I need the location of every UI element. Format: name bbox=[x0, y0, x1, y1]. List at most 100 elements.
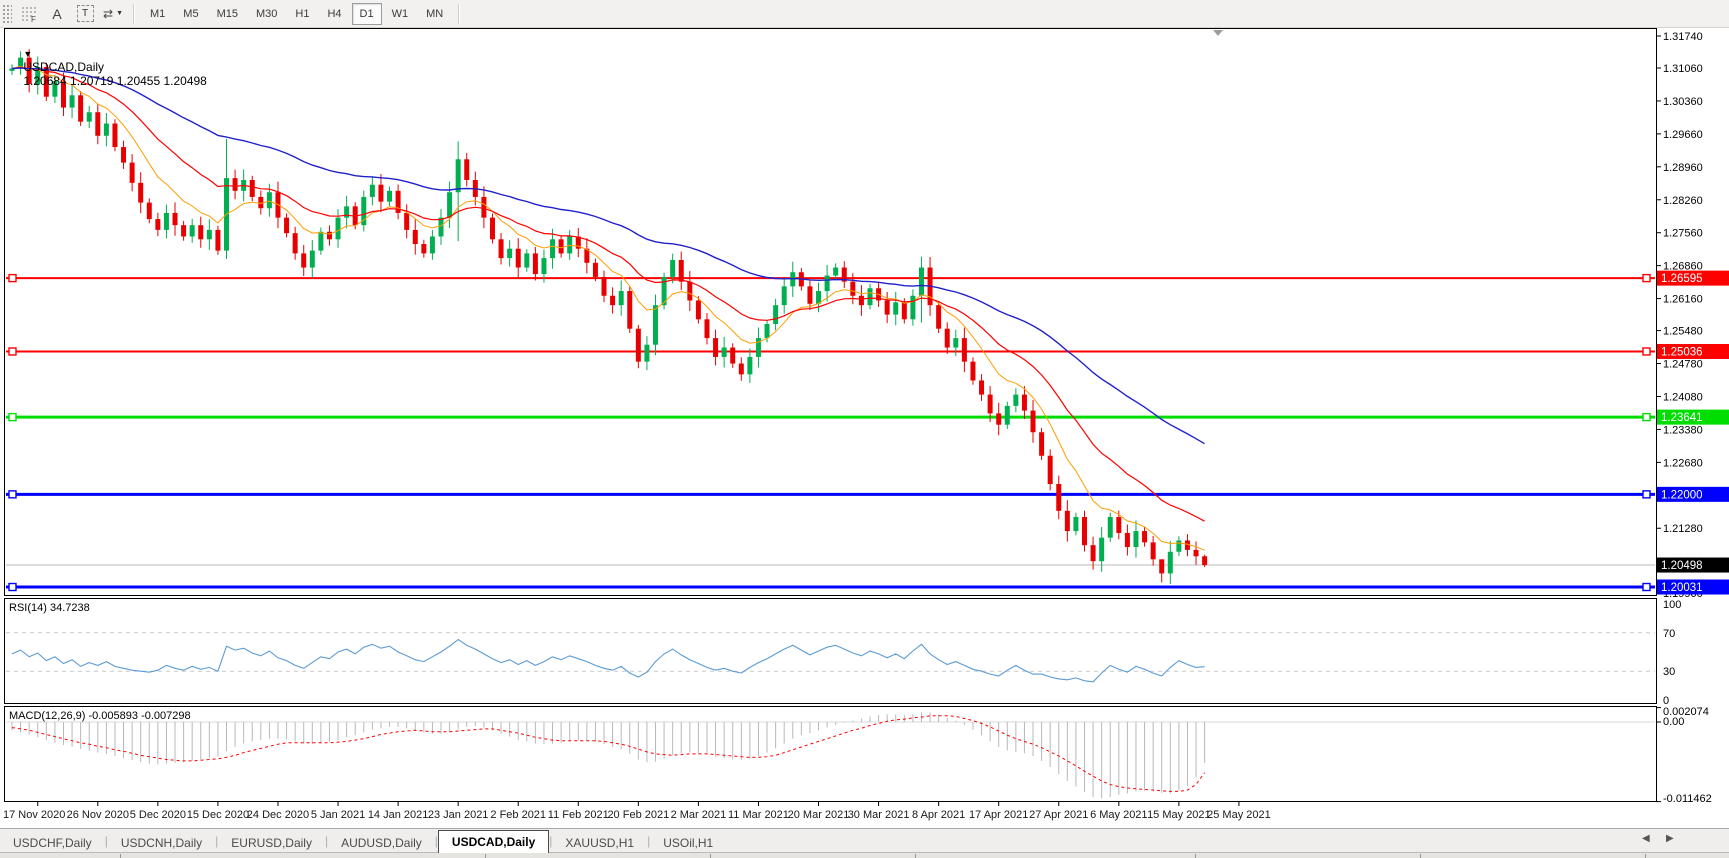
line-anchor-handle bbox=[9, 491, 16, 498]
candle-body bbox=[1048, 456, 1053, 484]
y-axis-tick-label: 1.21280 bbox=[1663, 523, 1703, 535]
candle-body bbox=[155, 219, 160, 230]
candle-body bbox=[996, 413, 1001, 424]
chart-tab-usoil[interactable]: USOil,H1 bbox=[650, 832, 726, 853]
date-label: 15 Dec 2020 bbox=[187, 809, 249, 821]
y-axis-tick-label: 1.26160 bbox=[1663, 294, 1703, 306]
macd-axis-label: -0.011462 bbox=[1663, 793, 1712, 805]
main-panel-frame bbox=[5, 29, 1657, 596]
candle-body bbox=[1116, 517, 1121, 533]
chart-tab-xauusd[interactable]: XAUUSD,H1 bbox=[552, 832, 647, 853]
candle-body bbox=[1091, 545, 1096, 561]
candle-body bbox=[868, 288, 873, 305]
candle-body bbox=[1082, 517, 1087, 545]
candle-body bbox=[988, 395, 993, 414]
date-label: 2 Mar 2021 bbox=[671, 809, 727, 821]
date-label: 17 Nov 2020 bbox=[3, 809, 65, 821]
rsi-level-label: 100 bbox=[1663, 599, 1681, 611]
candle-body bbox=[773, 305, 778, 324]
y-axis-tick-label: 1.31740 bbox=[1663, 31, 1703, 43]
candle-body bbox=[181, 225, 186, 236]
candle-body bbox=[910, 296, 915, 320]
chart-tab-eurusd[interactable]: EURUSD,Daily bbox=[218, 832, 325, 853]
candle-body bbox=[413, 230, 418, 244]
line-anchor-handle bbox=[9, 414, 16, 421]
macd-indicator-label: MACD(12,26,9) -0.005893 -0.007298 bbox=[9, 710, 191, 722]
candle-body bbox=[318, 232, 323, 251]
candle-body bbox=[198, 225, 203, 239]
candle-body bbox=[893, 302, 898, 314]
chart-tab-usdcnh[interactable]: USDCNH,Daily bbox=[108, 832, 215, 853]
candle-body bbox=[121, 147, 126, 163]
mt4-terminal: { "toolbar": { "icons": [ {"name": "char… bbox=[0, 0, 1729, 858]
date-label: 23 Jan 2021 bbox=[428, 809, 489, 821]
candle-body bbox=[507, 249, 512, 258]
candle-body bbox=[164, 213, 169, 230]
collapse-triangle-icon[interactable]: ▼ bbox=[23, 49, 32, 59]
candle-body bbox=[130, 163, 135, 183]
date-label: 25 May 2021 bbox=[1207, 809, 1271, 821]
date-label: 14 Jan 2021 bbox=[368, 809, 429, 821]
line-anchor-handle bbox=[9, 348, 16, 355]
line-anchor-handle bbox=[1643, 348, 1650, 355]
y-axis-tick-label: 1.29660 bbox=[1663, 129, 1703, 141]
candle-body bbox=[1073, 517, 1078, 531]
price-axis-label: 1.20498 bbox=[1661, 560, 1703, 572]
date-label: 27 Apr 2021 bbox=[1029, 809, 1088, 821]
candle-body bbox=[104, 124, 109, 136]
candle-body bbox=[610, 296, 615, 305]
candle-body bbox=[284, 218, 289, 234]
status-bar-divider bbox=[1195, 854, 1196, 858]
date-label: 15 May 2021 bbox=[1147, 809, 1211, 821]
candle-body bbox=[1151, 542, 1156, 559]
candle-body bbox=[516, 249, 521, 268]
price-chart-canvas: 1.317401.310601.303601.296601.289601.282… bbox=[0, 0, 1729, 858]
price-axis-label: 1.26595 bbox=[1661, 273, 1703, 285]
candle-body bbox=[550, 239, 555, 258]
y-axis-tick-label: 1.22680 bbox=[1663, 457, 1703, 469]
candle-body bbox=[859, 296, 864, 305]
date-label: 5 Dec 2020 bbox=[130, 809, 186, 821]
candle-body bbox=[207, 230, 212, 239]
candle-body bbox=[481, 197, 486, 218]
candle-body bbox=[1142, 531, 1147, 542]
candle-body bbox=[1031, 411, 1036, 433]
tab-scroll-left-icon[interactable]: ◀ bbox=[1642, 833, 1650, 844]
candle-body bbox=[704, 319, 709, 338]
candle-body bbox=[687, 282, 692, 301]
candle-body bbox=[370, 185, 375, 197]
y-axis-tick-label: 1.24080 bbox=[1663, 391, 1703, 403]
chart-tab-usdcad[interactable]: USDCAD,Daily bbox=[438, 830, 549, 853]
candle-body bbox=[593, 263, 598, 277]
candle-body bbox=[670, 260, 675, 277]
candle-body bbox=[936, 305, 941, 329]
candle-body bbox=[439, 218, 444, 237]
candle-body bbox=[138, 183, 143, 203]
candle-body bbox=[833, 268, 838, 276]
date-label: 5 Jan 2021 bbox=[311, 809, 365, 821]
candle-body bbox=[1099, 538, 1104, 562]
candle-body bbox=[456, 159, 461, 192]
candle-body bbox=[1065, 511, 1070, 531]
tab-scroll-right-icon[interactable]: ▶ bbox=[1666, 833, 1674, 844]
status-bar-divider bbox=[915, 854, 916, 858]
status-bar-divider bbox=[1420, 854, 1421, 858]
candle-body bbox=[602, 277, 607, 296]
candle-body bbox=[945, 329, 950, 348]
chart-tab-audusd[interactable]: AUDUSD,Daily bbox=[328, 832, 435, 853]
rsi-level-label: 70 bbox=[1663, 628, 1675, 640]
macd-panel-frame bbox=[5, 707, 1657, 802]
y-axis-tick-label: 1.25480 bbox=[1663, 326, 1703, 338]
candle-body bbox=[1159, 559, 1164, 573]
chart-tab-usdchf[interactable]: USDCHF,Daily bbox=[0, 832, 105, 853]
candle-body bbox=[919, 268, 924, 296]
y-axis-tick-label: 1.28260 bbox=[1663, 195, 1703, 207]
candle-body bbox=[387, 191, 392, 202]
candle-body bbox=[293, 233, 298, 253]
candle-body bbox=[541, 258, 546, 274]
candle-body bbox=[301, 253, 306, 267]
date-label: 20 Feb 2021 bbox=[607, 809, 669, 821]
date-label: 11 Mar 2021 bbox=[728, 809, 789, 821]
candle-body bbox=[1194, 550, 1199, 556]
candle-body bbox=[696, 300, 701, 319]
